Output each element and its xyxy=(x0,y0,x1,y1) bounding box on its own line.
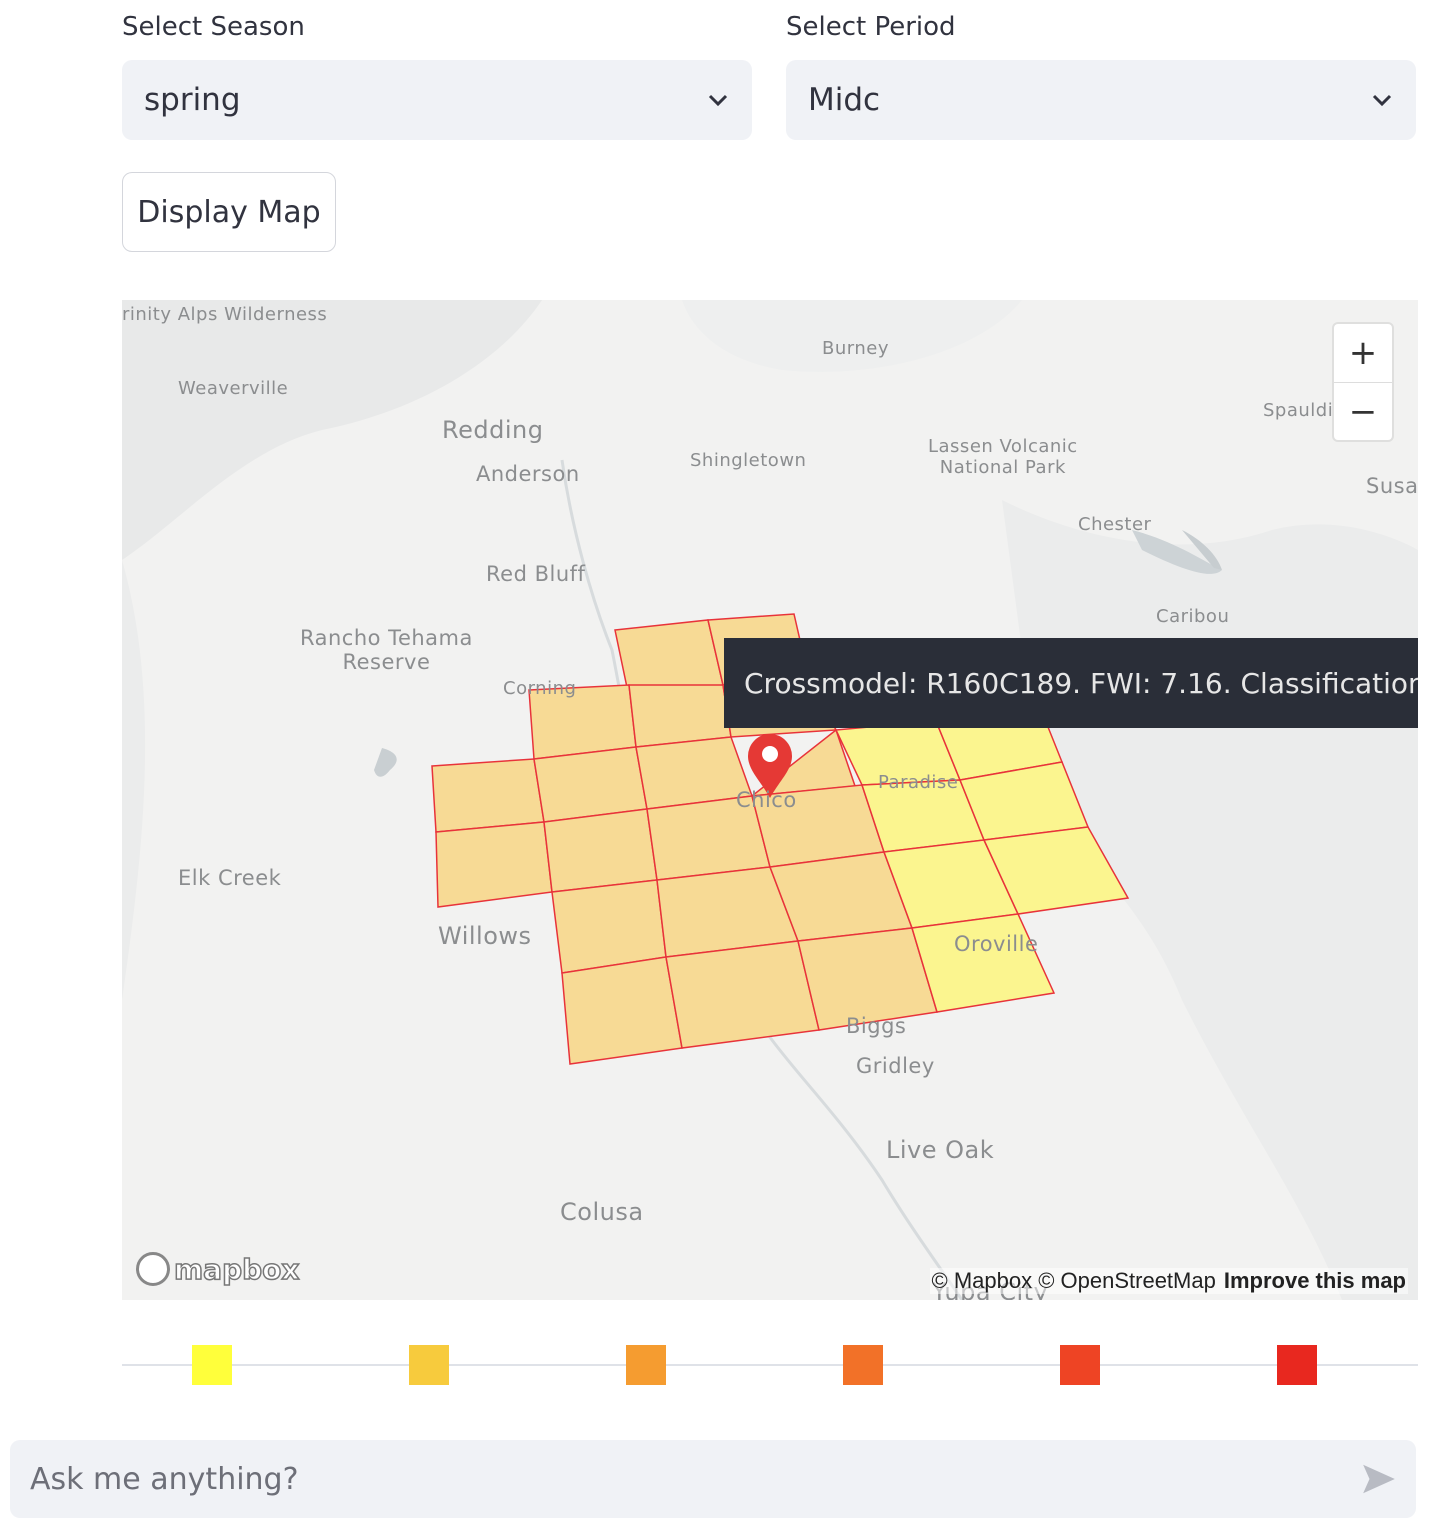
place-corning: Corning xyxy=(503,678,577,699)
send-icon[interactable] xyxy=(1360,1460,1398,1498)
place-chester: Chester xyxy=(1078,514,1152,535)
map-view[interactable]: rinity Alps Wilderness Burney Weavervill… xyxy=(122,300,1418,1300)
place-elk-creek: Elk Creek xyxy=(178,866,282,890)
place-willows: Willows xyxy=(438,922,532,950)
zoom-out-button[interactable]: − xyxy=(1334,382,1392,441)
place-paradise: Paradise xyxy=(878,772,959,793)
attribution-text[interactable]: © Mapbox © OpenStreetMap xyxy=(932,1268,1216,1293)
place-live-oak: Live Oak xyxy=(886,1136,995,1164)
place-trinity: rinity Alps Wilderness xyxy=(122,304,328,325)
place-chico: Chico xyxy=(736,788,797,812)
legend-swatch xyxy=(843,1345,883,1385)
display-map-button[interactable]: Display Map xyxy=(122,172,336,252)
place-shingletown: Shingletown xyxy=(690,450,807,471)
place-burney: Burney xyxy=(822,338,889,359)
period-value: Midc xyxy=(808,82,881,118)
season-select[interactable]: spring xyxy=(122,60,752,140)
place-biggs: Biggs xyxy=(846,1014,907,1038)
place-rancho: Rancho Tehama Reserve xyxy=(300,626,473,674)
mapbox-logo[interactable]: mapbox xyxy=(136,1252,300,1287)
zoom-in-button[interactable]: + xyxy=(1334,324,1392,382)
season-label: Select Season xyxy=(122,12,305,42)
place-weaverville: Weaverville xyxy=(178,378,289,399)
place-caribou: Caribou xyxy=(1156,606,1230,627)
chat-input[interactable] xyxy=(28,1460,1265,1498)
mapbox-logo-text: mapbox xyxy=(173,1252,300,1287)
legend-swatch xyxy=(1277,1345,1317,1385)
zoom-control: + − xyxy=(1334,324,1392,440)
improve-map-link[interactable]: Improve this map xyxy=(1224,1268,1406,1293)
place-susan: Susai xyxy=(1366,474,1418,498)
season-value: spring xyxy=(144,82,241,118)
place-lassen: Lassen Volcanic National Park xyxy=(928,436,1078,478)
chevron-down-icon xyxy=(1372,94,1392,107)
legend-swatch xyxy=(409,1345,449,1385)
legend-swatch xyxy=(626,1345,666,1385)
chevron-down-icon xyxy=(708,94,728,107)
place-colusa: Colusa xyxy=(560,1198,644,1226)
period-select[interactable]: Midc xyxy=(786,60,1416,140)
legend-swatch xyxy=(192,1345,232,1385)
place-oroville: Oroville xyxy=(954,932,1039,956)
period-label: Select Period xyxy=(786,12,956,42)
place-gridley: Gridley xyxy=(856,1054,935,1078)
place-spaulding: Spauldi xyxy=(1263,400,1334,421)
chat-input-bar xyxy=(10,1440,1416,1518)
legend-swatch xyxy=(1060,1345,1100,1385)
place-anderson: Anderson xyxy=(476,462,580,486)
place-redding: Redding xyxy=(442,416,544,444)
legend-line xyxy=(122,1364,1418,1366)
map-attribution: © Mapbox © OpenStreetMap Improve this map xyxy=(929,1268,1408,1294)
place-red-bluff: Red Bluff xyxy=(486,562,586,586)
cell-tooltip: Crossmodel: R160C189. FWI: 7.16. Classif… xyxy=(724,638,1418,728)
mapbox-logo-icon xyxy=(136,1252,170,1286)
